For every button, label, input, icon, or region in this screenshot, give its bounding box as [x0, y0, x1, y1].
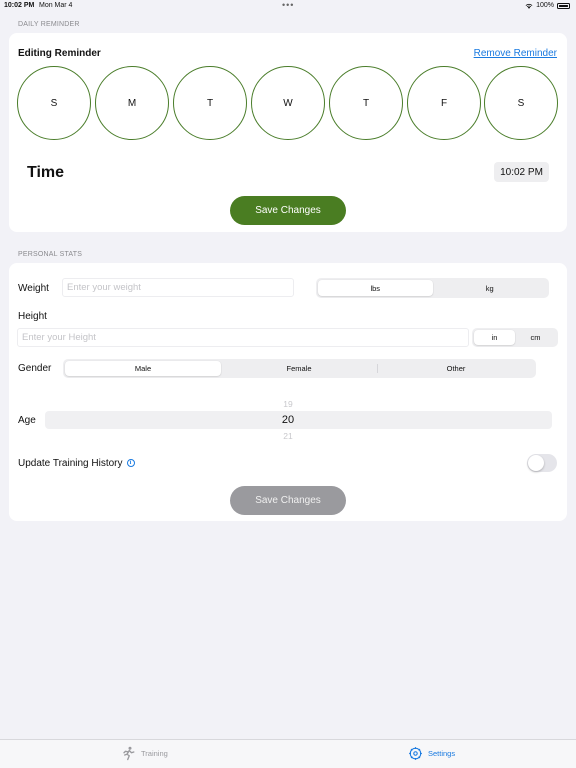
weight-unit-segmented: lbs kg [316, 278, 549, 298]
battery-percent: 100% [536, 2, 554, 9]
tab-training[interactable]: Training [121, 746, 168, 761]
day-toggle-friday[interactable]: F [407, 66, 481, 140]
height-label: Height [18, 311, 47, 322]
age-picker-selected: 20 [281, 414, 295, 426]
personal-stats-section-label: PERSONAL STATS [18, 251, 83, 258]
status-bar: 10:02 PM Mon Mar 4 ••• 100% [0, 0, 576, 12]
status-indicators: 100% [525, 2, 570, 9]
stats-save-button[interactable]: Save Changes [230, 486, 346, 515]
info-icon[interactable]: i [126, 459, 135, 468]
gender-option-female[interactable]: Female [221, 361, 377, 376]
gender-label: Gender [18, 363, 52, 374]
personal-stats-card: Weight Enter your weight lbs kg Height E… [9, 263, 567, 521]
update-history-label: Update Training History [18, 458, 123, 469]
weight-input[interactable]: Enter your weight [62, 278, 294, 297]
daily-reminder-card: Editing Reminder Remove Reminder S M T W… [9, 33, 567, 232]
age-picker-prev: 19 [283, 399, 293, 409]
wifi-icon [525, 3, 533, 9]
tab-training-label: Training [141, 749, 168, 758]
time-label: Time [27, 164, 65, 181]
status-time: 10:02 PM [4, 2, 35, 9]
tab-settings[interactable]: Settings [408, 746, 455, 761]
day-toggle-monday[interactable]: M [95, 66, 169, 140]
update-history-row: Update Training History i [18, 458, 135, 469]
weight-unit-lbs[interactable]: lbs [318, 280, 433, 296]
battery-icon [557, 2, 570, 9]
height-unit-segmented: in cm [472, 328, 558, 347]
multitasking-dots-icon[interactable]: ••• [282, 0, 294, 10]
height-unit-in[interactable]: in [474, 330, 515, 345]
day-toggle-thursday[interactable]: T [329, 66, 403, 140]
remove-reminder-link[interactable]: Remove Reminder [474, 48, 557, 59]
weight-label: Weight [18, 283, 49, 294]
day-toggle-wednesday[interactable]: W [251, 66, 325, 140]
day-toggle-saturday[interactable]: S [484, 66, 558, 140]
height-unit-cm[interactable]: cm [515, 330, 556, 345]
day-toggle-tuesday[interactable]: T [173, 66, 247, 140]
reminder-save-button[interactable]: Save Changes [230, 196, 346, 225]
running-figure-icon [123, 746, 135, 761]
daily-reminder-section-label: DAILY REMINDER [18, 21, 80, 28]
gender-option-other[interactable]: Other [378, 361, 534, 376]
height-input[interactable]: Enter your Height [17, 328, 469, 347]
age-picker-next: 21 [283, 431, 293, 441]
day-toggle-sunday[interactable]: S [17, 66, 91, 140]
status-date: Mon Mar 4 [39, 2, 73, 9]
gear-icon [409, 747, 422, 760]
editing-reminder-title: Editing Reminder [18, 48, 101, 59]
tab-bar: Training Settings [0, 739, 576, 768]
update-history-toggle[interactable] [527, 454, 557, 472]
toggle-knob [528, 455, 544, 471]
gender-option-male[interactable]: Male [65, 361, 221, 376]
weight-unit-kg[interactable]: kg [433, 280, 548, 296]
time-picker-button[interactable]: 10:02 PM [494, 162, 549, 182]
tab-settings-label: Settings [428, 749, 456, 758]
gender-segmented: Male Female Other [63, 359, 536, 378]
